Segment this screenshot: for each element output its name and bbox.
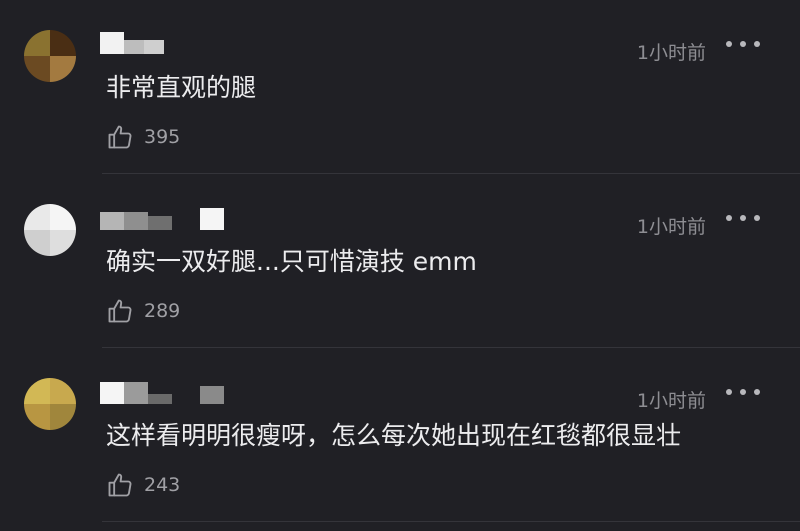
dot (754, 41, 760, 47)
avatar-pixel (50, 204, 76, 230)
username-block (144, 40, 164, 54)
dot (740, 41, 746, 47)
avatar-pixel (24, 56, 50, 82)
like-button[interactable]: 395 (106, 120, 180, 154)
dot (740, 389, 746, 395)
username-block (100, 212, 124, 230)
avatar[interactable] (24, 30, 76, 82)
dot (754, 215, 760, 221)
thumbs-up-icon (108, 299, 132, 323)
comment-item: 1小时前 这样看明明很瘦呀，怎么每次她出现在红毯都很显壮 243 (0, 348, 800, 522)
comment-text: 确实一双好腿...只可惜演技 emm (106, 247, 477, 276)
avatar-pixel (24, 230, 50, 256)
username-block (200, 208, 224, 230)
like-count: 395 (144, 126, 181, 148)
username-block (124, 212, 148, 230)
username-block (124, 382, 148, 404)
thumbs-up-icon (108, 473, 132, 497)
comment-text: 非常直观的腿 (106, 73, 257, 102)
avatar[interactable] (24, 204, 76, 256)
more-dots-icon[interactable] (726, 380, 760, 404)
avatar-pixel (24, 378, 50, 404)
dot (740, 215, 746, 221)
avatar-pixel (24, 30, 50, 56)
dot (754, 389, 760, 395)
comment-item: 1小时前 非常直观的腿 395 (0, 0, 800, 174)
username-block (148, 216, 172, 230)
username-block (100, 32, 124, 54)
username-block (200, 386, 224, 404)
avatar-pixel (24, 204, 50, 230)
more-dots-icon[interactable] (726, 32, 760, 56)
username-pixelated[interactable] (100, 208, 260, 230)
username-block (124, 40, 144, 54)
like-button[interactable]: 289 (106, 294, 180, 328)
username-block (100, 382, 124, 404)
avatar-pixel (50, 30, 76, 56)
username-pixelated[interactable] (100, 32, 260, 54)
dot (726, 41, 732, 47)
avatar-pixel (50, 230, 76, 256)
avatar-pixel (50, 404, 76, 430)
comment-text: 这样看明明很瘦呀，怎么每次她出现在红毯都很显壮 (106, 421, 682, 450)
avatar-pixel (24, 404, 50, 430)
comment-time: 1小时前 (636, 216, 706, 238)
like-count: 289 (144, 300, 181, 322)
dot (726, 215, 732, 221)
dot (726, 389, 732, 395)
avatar-pixel (50, 56, 76, 82)
comment-item: 1小时前 确实一双好腿...只可惜演技 emm 289 (0, 174, 800, 348)
avatar[interactable] (24, 378, 76, 430)
divider (102, 521, 800, 522)
like-button[interactable]: 243 (106, 468, 180, 502)
comment-time: 1小时前 (636, 42, 706, 64)
like-count: 243 (144, 474, 181, 496)
more-dots-icon[interactable] (726, 206, 760, 230)
username-pixelated[interactable] (100, 382, 260, 404)
comment-time: 1小时前 (636, 390, 706, 412)
avatar-pixel (50, 378, 76, 404)
username-block (148, 394, 172, 404)
thumbs-up-icon (108, 125, 132, 149)
